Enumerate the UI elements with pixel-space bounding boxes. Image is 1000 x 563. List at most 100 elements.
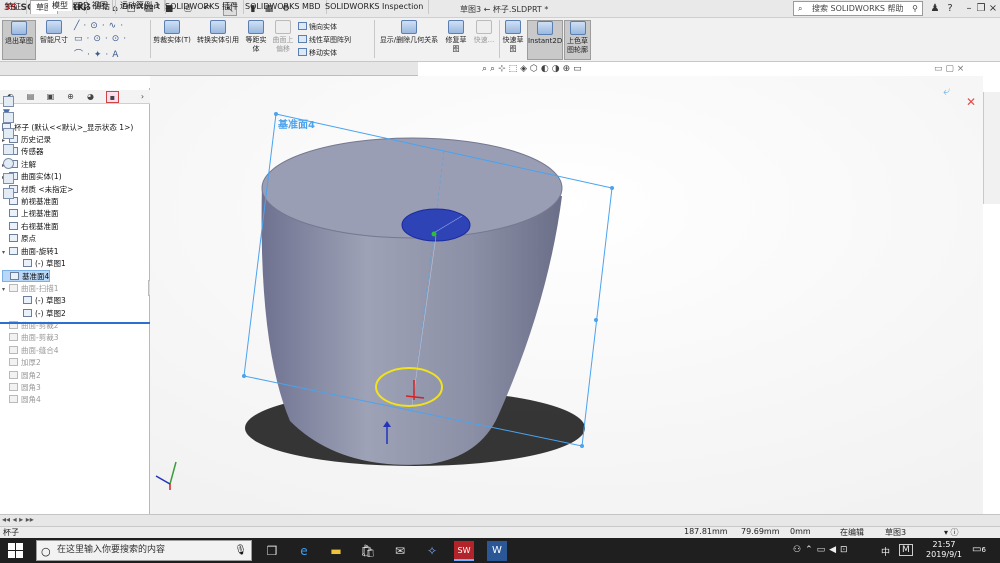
convert-entities-button[interactable]: 转换实体引用 (194, 20, 242, 60)
graphics-viewport[interactable]: 基准面4 ⤶ ✕ (150, 76, 983, 514)
taskbar-search-input[interactable]: ○ 在这里输入你要搜索的内容 🎙 (36, 540, 252, 561)
dimxpert-tab-icon[interactable]: ⊕ (64, 91, 77, 103)
cam-tab-icon[interactable]: ▪ (106, 91, 119, 103)
feature-icon (9, 358, 18, 367)
search-go-icon[interactable]: ⚲ (912, 2, 918, 15)
resources-home-icon[interactable] (3, 96, 14, 107)
shaded-sketch-contours-button[interactable]: 上色草图轮廓 (564, 20, 591, 60)
tree-item-label: 圆角2 (21, 370, 41, 380)
tree-item[interactable]: 圆角2 (2, 370, 41, 382)
windows-start-icon[interactable] (8, 543, 23, 558)
word-taskbar-icon[interactable]: W (487, 541, 507, 561)
offset-surface-icon (275, 20, 291, 34)
rollback-bar[interactable] (0, 322, 150, 324)
tree-root[interactable]: 杯子 (默认<<默认>_显示状态 1>) (2, 122, 133, 134)
ime-mode-icon[interactable]: M (899, 544, 913, 556)
linear-pattern-button[interactable]: 线性草图阵列 (298, 35, 351, 45)
heads-up-view-toolbar[interactable]: ⌕⌕⊹⬚◈⬡◐◑⊕▭ (482, 64, 585, 74)
cancel-sketch-icon[interactable]: ✕ (966, 95, 976, 109)
more-tabs-chevron-icon[interactable]: › (136, 91, 149, 103)
repair-icon (448, 20, 464, 34)
store-icon[interactable]: 🛍 (358, 541, 378, 561)
tree-item[interactable]: 圆角3 (2, 382, 41, 394)
mirror-icon (298, 22, 307, 30)
task-view-icon[interactable]: ❒ (262, 541, 282, 561)
tree-item[interactable]: 曲面-缝合4 (2, 345, 58, 357)
pinned-app-icon[interactable]: ✧ (422, 541, 442, 561)
exit-sketch-button[interactable]: 退出草图 (2, 20, 36, 60)
quick-snaps-button[interactable]: 快速... (470, 20, 498, 60)
tab-inspection[interactable]: SOLIDWORKS Inspection (320, 0, 430, 14)
forum-icon[interactable] (3, 188, 14, 199)
tree-item[interactable]: 上视基准面 (2, 208, 59, 220)
design-library-icon[interactable] (3, 112, 14, 123)
appearances-icon[interactable] (3, 158, 14, 169)
linear-pattern-icon (298, 35, 307, 43)
tree-item[interactable]: ▾ 曲面-扫描1 (2, 283, 58, 295)
rapid-sketch-button[interactable]: 快速草图 (501, 20, 525, 60)
sketch-origin-point[interactable] (431, 231, 437, 237)
tab-motion-study[interactable]: 运动算例 1 (116, 0, 165, 11)
view-palette-icon[interactable] (3, 144, 14, 155)
tab-scroll-arrows[interactable]: ◂◂ ◂ ▸ ▸▸ (2, 515, 34, 524)
file-explorer-icon[interactable] (3, 128, 14, 139)
close-icon[interactable]: × (986, 2, 1000, 16)
feature-icon (9, 345, 18, 354)
tab-model[interactable]: 模型 (48, 0, 73, 11)
microphone-icon[interactable]: 🎙 (234, 541, 247, 560)
tab-mbd[interactable]: SOLIDWORKS MBD (240, 0, 327, 14)
tree-item[interactable]: 基准面4 (2, 270, 51, 283)
tree-item-label: 基准面4 (22, 272, 50, 282)
tree-item-label: 曲面-旋转1 (21, 246, 59, 256)
tab-addins[interactable]: SOLIDWORKS 插件 (160, 0, 244, 14)
solidworks-taskbar-icon[interactable]: SW (454, 541, 474, 561)
custom-properties-icon[interactable] (3, 173, 14, 184)
move-entities-button[interactable]: 移动实体 (298, 48, 337, 58)
tree-item[interactable]: ▾ 曲面-旋转1 (2, 246, 58, 258)
trim-entities-button[interactable]: 剪裁实体(T) (152, 20, 192, 60)
taskbar-clock[interactable]: 21:57 2019/9/1 (922, 540, 966, 560)
notification-icon[interactable]: ▭6 (972, 544, 986, 555)
tree-item[interactable]: (-) 草图2 (16, 308, 66, 320)
tree-item[interactable]: 加厚2 (2, 357, 41, 369)
tree-item[interactable]: (-) 草图1 (16, 258, 66, 270)
viewport-window-controls[interactable]: ▭ ▢ × (934, 64, 964, 74)
tree-item[interactable]: 圆角4 (2, 394, 41, 406)
offset-entities-button[interactable]: 等距实体 (244, 20, 268, 60)
plane-handle[interactable] (274, 112, 278, 116)
plane-handle[interactable] (580, 444, 584, 448)
plane-handle[interactable] (242, 374, 246, 378)
help-question-icon[interactable]: ? (943, 2, 957, 16)
tree-item[interactable]: 曲面-剪裁3 (2, 332, 58, 344)
tab-features[interactable]: 特征 (0, 0, 27, 14)
offset-on-surface-button[interactable]: 曲面上偏移 (270, 20, 296, 60)
sketch-text-tools[interactable]: ⌒·✦·A (74, 47, 122, 60)
instant2d-button[interactable]: Instant2D (527, 20, 563, 60)
confirm-sketch-icon[interactable]: ⤶ (943, 84, 951, 99)
plane-handle[interactable] (594, 318, 598, 322)
tree-item[interactable]: 原点 (2, 233, 36, 245)
expand-arrow-icon[interactable]: ▾ (2, 284, 9, 296)
display-delete-relations-button[interactable]: 显示/删除几何关系 (376, 20, 442, 60)
tab-3d-view[interactable]: 3D 视图 (74, 0, 113, 11)
help-search-input[interactable]: ⌕ 搜索 SOLIDWORKS 帮助 ⚲ (793, 1, 923, 16)
ime-indicator[interactable]: 中 (881, 545, 890, 558)
tree-item[interactable]: 右视基准面 (2, 221, 59, 233)
edge-browser-icon[interactable]: e (294, 541, 314, 561)
repair-sketch-button[interactable]: 修复草图 (444, 20, 468, 60)
configuration-tab-icon[interactable]: ▣ (44, 91, 57, 103)
plane-handle[interactable] (610, 186, 614, 190)
smart-dimension-button[interactable]: 智能尺寸 (38, 20, 70, 60)
tree-item[interactable]: (-) 草图3 (16, 295, 66, 307)
sketch-line-tools[interactable]: ╱·⊙·∿· (74, 21, 127, 31)
expand-arrow-icon[interactable]: ▾ (2, 247, 9, 259)
property-manager-tab-icon[interactable]: ▤ (24, 91, 37, 103)
user-icon[interactable]: ♟ (928, 2, 942, 16)
file-explorer-taskbar-icon[interactable]: ▬ (326, 541, 346, 561)
mirror-entities-button[interactable]: 镜向实体 (298, 22, 337, 32)
sketch-rect-tools[interactable]: ▭·⊙·⊙· (74, 34, 130, 44)
display-manager-tab-icon[interactable]: ◕ (84, 91, 97, 103)
status-units-icon[interactable]: ▾ ⓘ (944, 527, 959, 538)
mail-icon[interactable]: ✉ (390, 541, 410, 561)
system-tray-icons[interactable]: ⚇⌃▭◀⊡ (793, 545, 852, 555)
